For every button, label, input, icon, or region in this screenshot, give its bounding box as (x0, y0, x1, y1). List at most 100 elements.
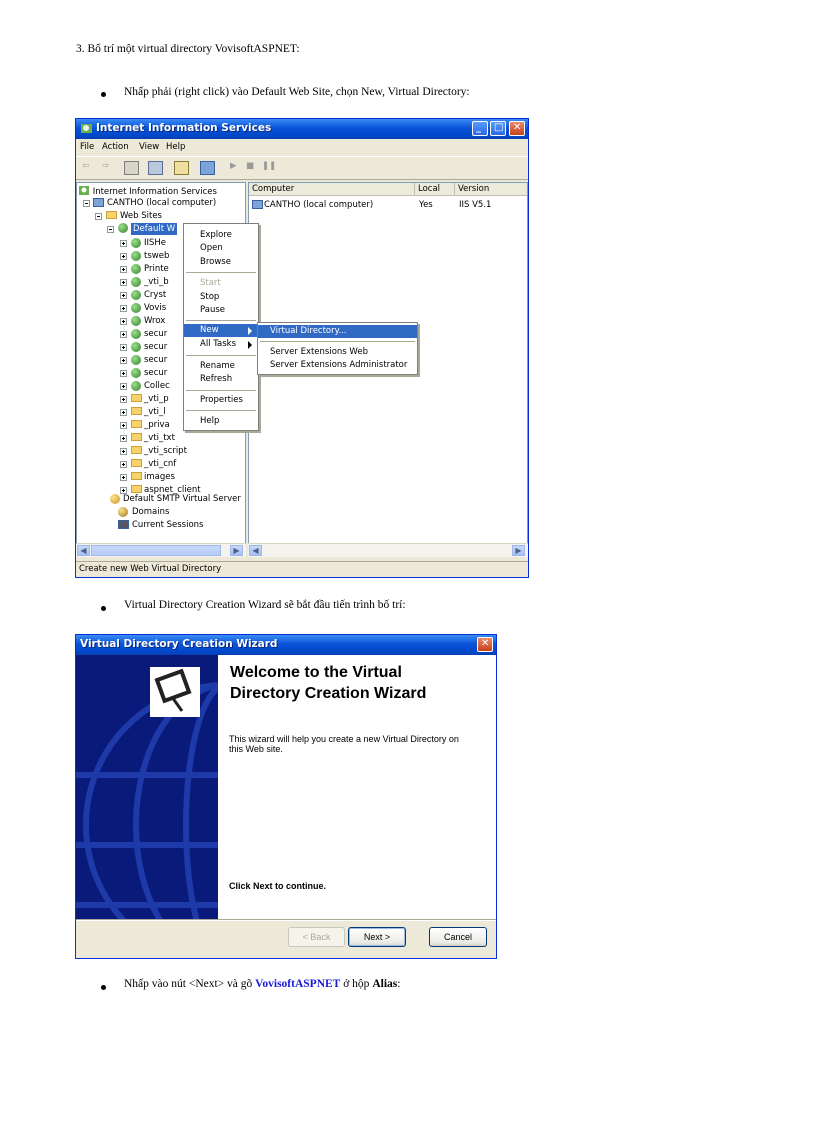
expand-node-icon[interactable] (120, 461, 127, 468)
tree-websites[interactable]: Web Sites (120, 210, 162, 222)
expand-node-icon[interactable] (120, 331, 127, 338)
expand-node-icon[interactable] (120, 253, 127, 260)
tree-child-item[interactable]: _vti_l (144, 406, 166, 418)
back-icon[interactable]: ⇦ (82, 161, 95, 173)
menu-item-rename[interactable]: Rename (184, 360, 258, 373)
wizard-titlebar[interactable]: Virtual Directory Creation Wizard ✕ (76, 635, 496, 655)
expand-node-icon[interactable] (120, 344, 127, 351)
tree-hscrollbar[interactable]: ◀ ▶ (76, 543, 246, 557)
stop-icon[interactable]: ■ (246, 161, 259, 173)
tree-child-item[interactable]: Vovis (144, 302, 166, 314)
tree-child-item[interactable]: Printe (144, 263, 169, 275)
play-icon[interactable]: ▶ (230, 161, 243, 173)
expand-node-icon[interactable] (120, 240, 127, 247)
menu-item-open[interactable]: Open (184, 242, 258, 255)
list-row-computer[interactable]: CANTHO (local computer) (264, 199, 373, 211)
menu-item-explore[interactable]: Explore (184, 229, 258, 242)
export-icon[interactable] (148, 161, 163, 175)
column-local[interactable]: Local (415, 183, 455, 196)
collapse-default-site-icon[interactable] (107, 226, 114, 233)
scroll-thumb[interactable] (91, 545, 221, 556)
expand-node-icon[interactable] (120, 396, 127, 403)
folder-icon (106, 211, 117, 219)
tree-child-item[interactable]: Collec (144, 380, 170, 392)
cancel-button[interactable]: Cancel (429, 927, 487, 947)
iis-titlebar[interactable]: Internet Information Services _ □ ✕ (76, 119, 528, 139)
list-hscrollbar[interactable]: ◀ ▶ (248, 543, 528, 557)
pause-icon[interactable]: ❚❚ (262, 161, 276, 173)
menu-item-new[interactable]: New (184, 324, 258, 337)
tree-child-item[interactable]: secur (144, 367, 167, 379)
menu-help[interactable]: Help (166, 142, 185, 152)
expand-node-icon[interactable] (120, 422, 127, 429)
expand-node-icon[interactable] (120, 435, 127, 442)
expand-node-icon[interactable] (120, 357, 127, 364)
menu-item-stop[interactable]: Stop (184, 291, 258, 304)
menu-view[interactable]: View (139, 142, 159, 152)
wizard-heading-line-1: Welcome to the Virtual (230, 664, 402, 681)
menu-separator (186, 355, 256, 356)
tree-child-item[interactable]: _vti_txt (144, 432, 175, 444)
expand-node-icon[interactable] (120, 305, 127, 312)
menu-item-pause[interactable]: Pause (184, 304, 258, 317)
menu-item-properties[interactable]: Properties (184, 394, 258, 407)
collapse-websites-icon[interactable] (95, 213, 102, 220)
tree-child-item[interactable]: tsweb (144, 250, 169, 262)
submenu-server-extensions-web[interactable]: Server Extensions Web (258, 346, 417, 359)
show-tree-icon[interactable] (124, 161, 139, 175)
expand-node-icon[interactable] (120, 448, 127, 455)
tree-child-item[interactable]: IISHe (144, 237, 166, 249)
menu-file[interactable]: File (80, 142, 94, 152)
tree-child-item[interactable]: secur (144, 328, 167, 340)
expand-node-icon[interactable] (120, 409, 127, 416)
scroll-left-icon[interactable]: ◀ (77, 545, 90, 556)
computer-icon[interactable] (200, 161, 215, 175)
properties-icon[interactable] (174, 161, 189, 175)
tree-child-item[interactable]: secur (144, 354, 167, 366)
tree-default-site[interactable]: Default W (131, 223, 178, 235)
minimize-button[interactable]: _ (472, 121, 488, 136)
expand-node-icon[interactable] (120, 474, 127, 481)
close-button[interactable]: ✕ (509, 121, 525, 136)
submenu-virtual-directory[interactable]: Virtual Directory... (258, 325, 417, 338)
expand-node-icon[interactable] (120, 487, 127, 494)
tree-computer[interactable]: CANTHO (local computer) (107, 197, 216, 209)
expand-node-icon[interactable] (120, 318, 127, 325)
wizard-close-button[interactable]: ✕ (477, 637, 493, 652)
wizard-description-line-2: this Web site. (229, 744, 283, 754)
scroll-left-icon-2[interactable]: ◀ (249, 545, 262, 556)
tree-child-item[interactable]: _vti_cnf (144, 458, 176, 470)
tree-root[interactable]: Internet Information Services (79, 185, 217, 197)
scroll-right-icon-2[interactable]: ▶ (512, 545, 525, 556)
tree-child-item[interactable]: _vti_b (144, 276, 169, 288)
forward-icon[interactable]: ⇨ (102, 161, 115, 173)
menu-item-help[interactable]: Help (184, 415, 258, 428)
expand-node-icon[interactable] (120, 292, 127, 299)
menu-action[interactable]: Action (102, 142, 129, 152)
tree-child-item[interactable]: _vti_p (144, 393, 169, 405)
column-version[interactable]: Version (455, 183, 527, 196)
menu-item-refresh[interactable]: Refresh (184, 373, 258, 386)
expand-node-icon[interactable] (120, 383, 127, 390)
tree-child-item[interactable]: Wrox (144, 315, 165, 327)
column-computer[interactable]: Computer (249, 183, 415, 196)
tree-child-item[interactable]: images (144, 471, 175, 483)
menu-item-browse[interactable]: Browse (184, 256, 258, 269)
next-button[interactable]: Next > (348, 927, 406, 947)
folder-icon (131, 394, 142, 402)
tree-child-item[interactable]: secur (144, 341, 167, 353)
tree-child-item[interactable]: aspnet_client (144, 484, 201, 496)
web-node-icon (131, 238, 141, 248)
tree-child-item[interactable]: _vti_script (144, 445, 187, 457)
submenu-server-extensions-admin[interactable]: Server Extensions Administrator (258, 359, 417, 372)
expand-node-icon[interactable] (120, 370, 127, 377)
expand-node-icon[interactable] (120, 266, 127, 273)
collapse-computer-icon[interactable] (83, 200, 90, 207)
iis-title: Internet Information Services (96, 122, 272, 134)
tree-child-item[interactable]: _priva (144, 419, 170, 431)
menu-item-all-tasks[interactable]: All Tasks (184, 338, 258, 351)
scroll-right-icon[interactable]: ▶ (230, 545, 243, 556)
tree-child-item[interactable]: Cryst (144, 289, 166, 301)
maximize-button[interactable]: □ (490, 121, 506, 136)
expand-node-icon[interactable] (120, 279, 127, 286)
